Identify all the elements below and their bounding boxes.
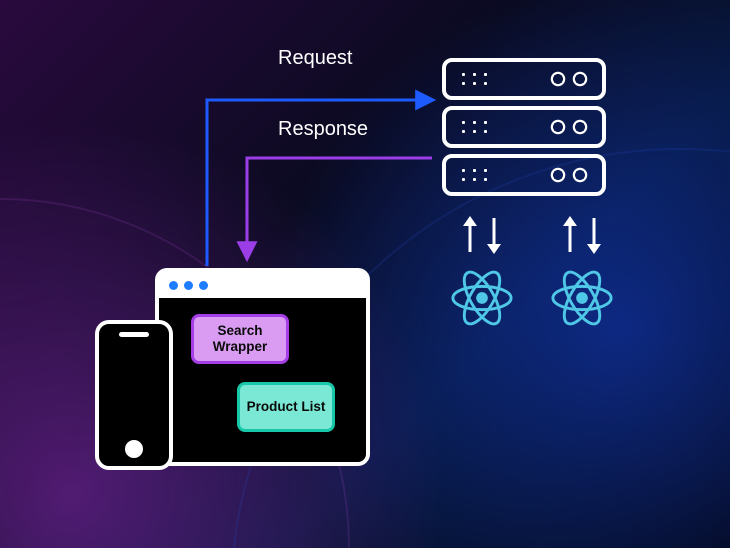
- server-unit: [442, 106, 606, 148]
- window-dot-icon: [184, 281, 193, 290]
- arrow-down-icon: [587, 218, 601, 252]
- response-label: Response: [278, 118, 368, 141]
- react-component: [550, 218, 614, 330]
- browser-window-icon: Search Wrapper Product List: [155, 268, 370, 466]
- server-react-components: [442, 218, 622, 330]
- architecture-diagram: Request Response: [0, 0, 730, 548]
- arrow-up-icon: [563, 218, 577, 252]
- window-dot-icon: [199, 281, 208, 290]
- server-stack-icon: [442, 58, 606, 202]
- smartphone-icon: [95, 320, 173, 470]
- bidirectional-arrows-icon: [463, 218, 501, 252]
- browser-titlebar: [159, 272, 366, 298]
- arrow-up-icon: [463, 218, 477, 252]
- component-product-list: Product List: [237, 382, 335, 432]
- request-label: Request: [278, 47, 353, 70]
- response-arrow: [247, 158, 432, 258]
- window-dot-icon: [169, 281, 178, 290]
- bidirectional-arrows-icon: [563, 218, 601, 252]
- react-icon: [450, 266, 514, 330]
- react-icon: [550, 266, 614, 330]
- arrow-down-icon: [487, 218, 501, 252]
- component-search-wrapper: Search Wrapper: [191, 314, 289, 364]
- server-unit: [442, 58, 606, 100]
- react-component: [450, 218, 514, 330]
- server-unit: [442, 154, 606, 196]
